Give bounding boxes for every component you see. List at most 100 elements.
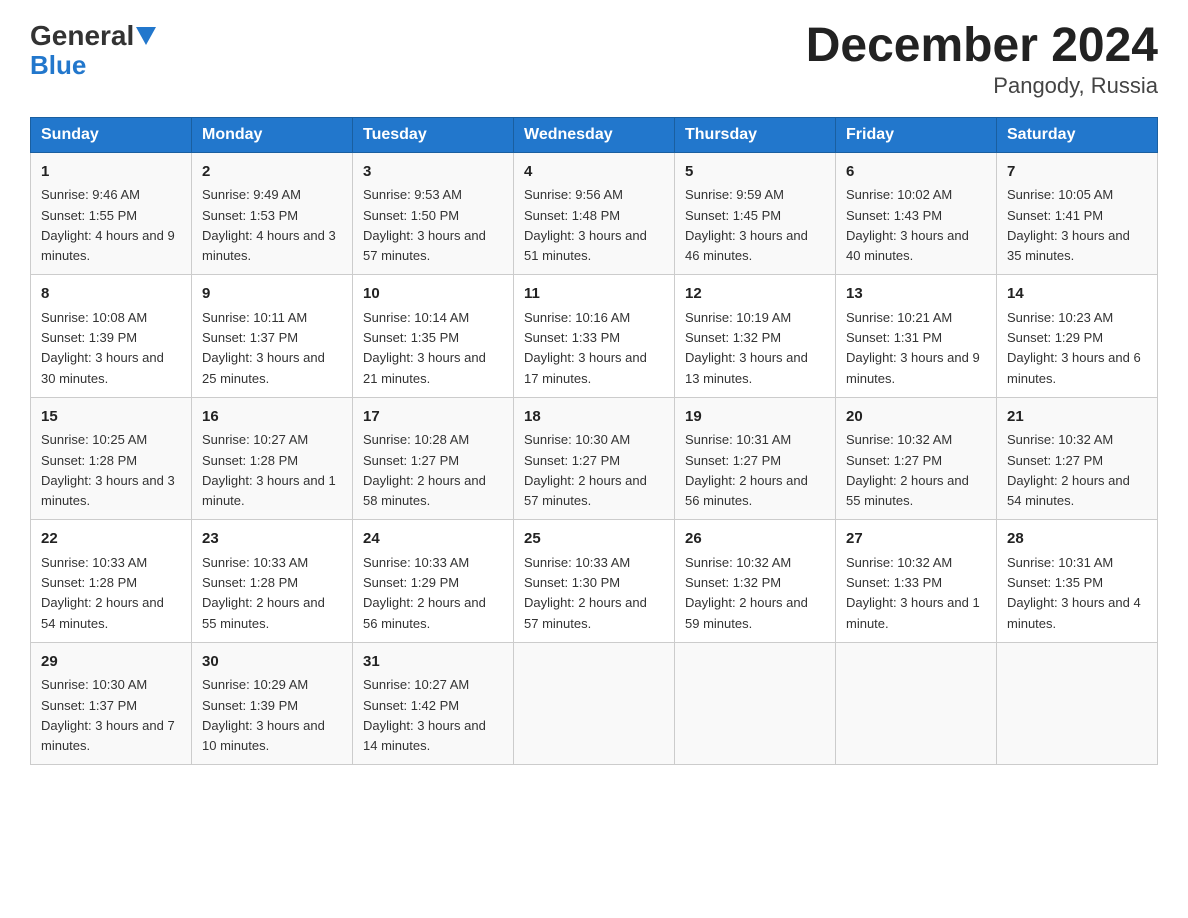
sunset-info: Sunset: 1:31 PM — [846, 330, 942, 345]
day-number: 10 — [363, 283, 503, 306]
sunrise-info: Sunrise: 10:32 AM — [1007, 432, 1113, 447]
calendar-cell: 2Sunrise: 9:49 AMSunset: 1:53 PMDaylight… — [192, 152, 353, 275]
calendar-cell — [514, 642, 675, 765]
sunset-info: Sunset: 1:48 PM — [524, 208, 620, 223]
day-number: 14 — [1007, 283, 1147, 306]
calendar-cell — [836, 642, 997, 765]
page-header: General Blue December 2024 Pangody, Russ… — [30, 20, 1158, 99]
calendar-cell: 28Sunrise: 10:31 AMSunset: 1:35 PMDaylig… — [997, 520, 1158, 643]
calendar-cell: 5 Sunrise: 9:59 AM Sunset: 1:45 PM Daylight… — [675, 152, 836, 275]
daylight-info: Daylight: 3 hours and 51 minutes. — [524, 228, 647, 263]
sunrise-info: Sunrise: 10:16 AM — [524, 310, 630, 325]
calendar-cell: 8Sunrise: 10:08 AMSunset: 1:39 PMDayligh… — [31, 275, 192, 398]
calendar-cell: 9Sunrise: 10:11 AMSunset: 1:37 PMDayligh… — [192, 275, 353, 398]
day-number: 3 — [363, 161, 503, 184]
sunset-info: Sunset: 1:27 PM — [524, 453, 620, 468]
day-number: 1 — [41, 161, 181, 184]
calendar-cell: 4Sunrise: 9:56 AMSunset: 1:48 PMDaylight… — [514, 152, 675, 275]
sunset-info: Sunset: 1:27 PM — [685, 453, 781, 468]
daylight-info: Daylight: 3 hours and 46 minutes. — [685, 228, 808, 263]
sunrise-info: Sunrise: 10:32 AM — [685, 555, 791, 570]
sunset-info: Sunset: 1:41 PM — [1007, 208, 1103, 223]
calendar-cell: 26Sunrise: 10:32 AMSunset: 1:32 PMDaylig… — [675, 520, 836, 643]
day-number: 29 — [41, 651, 181, 674]
sunrise-info: Sunrise: 9:59 AM — [685, 187, 784, 202]
calendar-cell: 10Sunrise: 10:14 AMSunset: 1:35 PMDaylig… — [353, 275, 514, 398]
calendar-cell: 27Sunrise: 10:32 AMSunset: 1:33 PMDaylig… — [836, 520, 997, 643]
logo-blue-text: Blue — [30, 50, 86, 81]
daylight-info: Daylight: 2 hours and 58 minutes. — [363, 473, 486, 508]
calendar-subtitle: Pangody, Russia — [806, 73, 1158, 99]
sunset-info: Sunset: 1:28 PM — [202, 453, 298, 468]
daylight-info: Daylight: 3 hours and 40 minutes. — [846, 228, 969, 263]
day-header-tuesday: Tuesday — [353, 117, 514, 152]
sunset-info: Sunset: 1:29 PM — [1007, 330, 1103, 345]
day-number: 15 — [41, 406, 181, 429]
calendar-cell: 11 Sunrise: 10:16 AM Sunset: 1:33 PM Daylig… — [514, 275, 675, 398]
calendar-cell: 1Sunrise: 9:46 AMSunset: 1:55 PMDaylight… — [31, 152, 192, 275]
sunset-info: Sunset: 1:33 PM — [524, 330, 620, 345]
logo: General Blue — [30, 20, 156, 81]
daylight-info: Daylight: 3 hours and 1 minute. — [846, 595, 980, 630]
daylight-info: Daylight: 2 hours and 57 minutes. — [524, 473, 647, 508]
day-number: 23 — [202, 528, 342, 551]
sunset-info: Sunset: 1:27 PM — [1007, 453, 1103, 468]
sunset-info: Sunset: 1:55 PM — [41, 208, 137, 223]
calendar-cell: 23Sunrise: 10:33 AMSunset: 1:28 PMDaylig… — [192, 520, 353, 643]
sunrise-info: Sunrise: 10:31 AM — [1007, 555, 1113, 570]
daylight-info: Daylight: 2 hours and 54 minutes. — [1007, 473, 1130, 508]
day-number: 8 — [41, 283, 181, 306]
day-number: 20 — [846, 406, 986, 429]
day-number: 17 — [363, 406, 503, 429]
title-block: December 2024 Pangody, Russia — [806, 20, 1158, 99]
daylight-info: Daylight: 2 hours and 55 minutes. — [202, 595, 325, 630]
sunset-info: Sunset: 1:32 PM — [685, 575, 781, 590]
calendar-cell — [997, 642, 1158, 765]
calendar-cell: 7Sunrise: 10:05 AMSunset: 1:41 PMDayligh… — [997, 152, 1158, 275]
calendar-cell: 24Sunrise: 10:33 AMSunset: 1:29 PMDaylig… — [353, 520, 514, 643]
daylight-info: Daylight: 3 hours and 17 minutes. — [524, 350, 647, 385]
daylight-info: Daylight: 3 hours and 57 minutes. — [363, 228, 486, 263]
days-header-row: SundayMondayTuesdayWednesdayThursdayFrid… — [31, 117, 1158, 152]
sunrise-info: Sunrise: 10:33 AM — [524, 555, 630, 570]
sunrise-info: Sunrise: 10:23 AM — [1007, 310, 1113, 325]
day-number: 28 — [1007, 528, 1147, 551]
daylight-info: Daylight: 3 hours and 35 minutes. — [1007, 228, 1130, 263]
daylight-info: Daylight: 3 hours and 4 minutes. — [1007, 595, 1141, 630]
daylight-info: Daylight: 2 hours and 57 minutes. — [524, 595, 647, 630]
calendar-cell: 16Sunrise: 10:27 AMSunset: 1:28 PMDaylig… — [192, 397, 353, 520]
sunrise-info: Sunrise: 10:02 AM — [846, 187, 952, 202]
day-number: 11 — [524, 283, 664, 306]
day-header-friday: Friday — [836, 117, 997, 152]
sunrise-info: Sunrise: 9:53 AM — [363, 187, 462, 202]
day-number: 7 — [1007, 161, 1147, 184]
week-row-3: 15Sunrise: 10:25 AMSunset: 1:28 PMDaylig… — [31, 397, 1158, 520]
calendar-cell: 13Sunrise: 10:21 AMSunset: 1:31 PMDaylig… — [836, 275, 997, 398]
day-number: 12 — [685, 283, 825, 306]
sunrise-info: Sunrise: 10:28 AM — [363, 432, 469, 447]
sunrise-info: Sunrise: 10:29 AM — [202, 677, 308, 692]
day-number: 31 — [363, 651, 503, 674]
sunrise-info: Sunrise: 10:21 AM — [846, 310, 952, 325]
day-header-monday: Monday — [192, 117, 353, 152]
sunset-info: Sunset: 1:45 PM — [685, 208, 781, 223]
sunset-info: Sunset: 1:37 PM — [41, 698, 137, 713]
sunset-info: Sunset: 1:39 PM — [202, 698, 298, 713]
sunrise-info: Sunrise: 10:27 AM — [202, 432, 308, 447]
sunset-info: Sunset: 1:29 PM — [363, 575, 459, 590]
daylight-info: Daylight: 3 hours and 10 minutes. — [202, 718, 325, 753]
sunset-info: Sunset: 1:42 PM — [363, 698, 459, 713]
daylight-info: Daylight: 2 hours and 56 minutes. — [363, 595, 486, 630]
daylight-info: Daylight: 3 hours and 6 minutes. — [1007, 350, 1141, 385]
calendar-cell: 3Sunrise: 9:53 AMSunset: 1:50 PMDaylight… — [353, 152, 514, 275]
day-number: 5 — [685, 161, 825, 184]
day-number: 25 — [524, 528, 664, 551]
day-number: 4 — [524, 161, 664, 184]
day-header-saturday: Saturday — [997, 117, 1158, 152]
daylight-info: Daylight: 3 hours and 3 minutes. — [41, 473, 175, 508]
calendar-cell: 6Sunrise: 10:02 AMSunset: 1:43 PMDayligh… — [836, 152, 997, 275]
sunrise-info: Sunrise: 10:19 AM — [685, 310, 791, 325]
day-number: 9 — [202, 283, 342, 306]
daylight-info: Daylight: 3 hours and 21 minutes. — [363, 350, 486, 385]
daylight-info: Daylight: 3 hours and 13 minutes. — [685, 350, 808, 385]
